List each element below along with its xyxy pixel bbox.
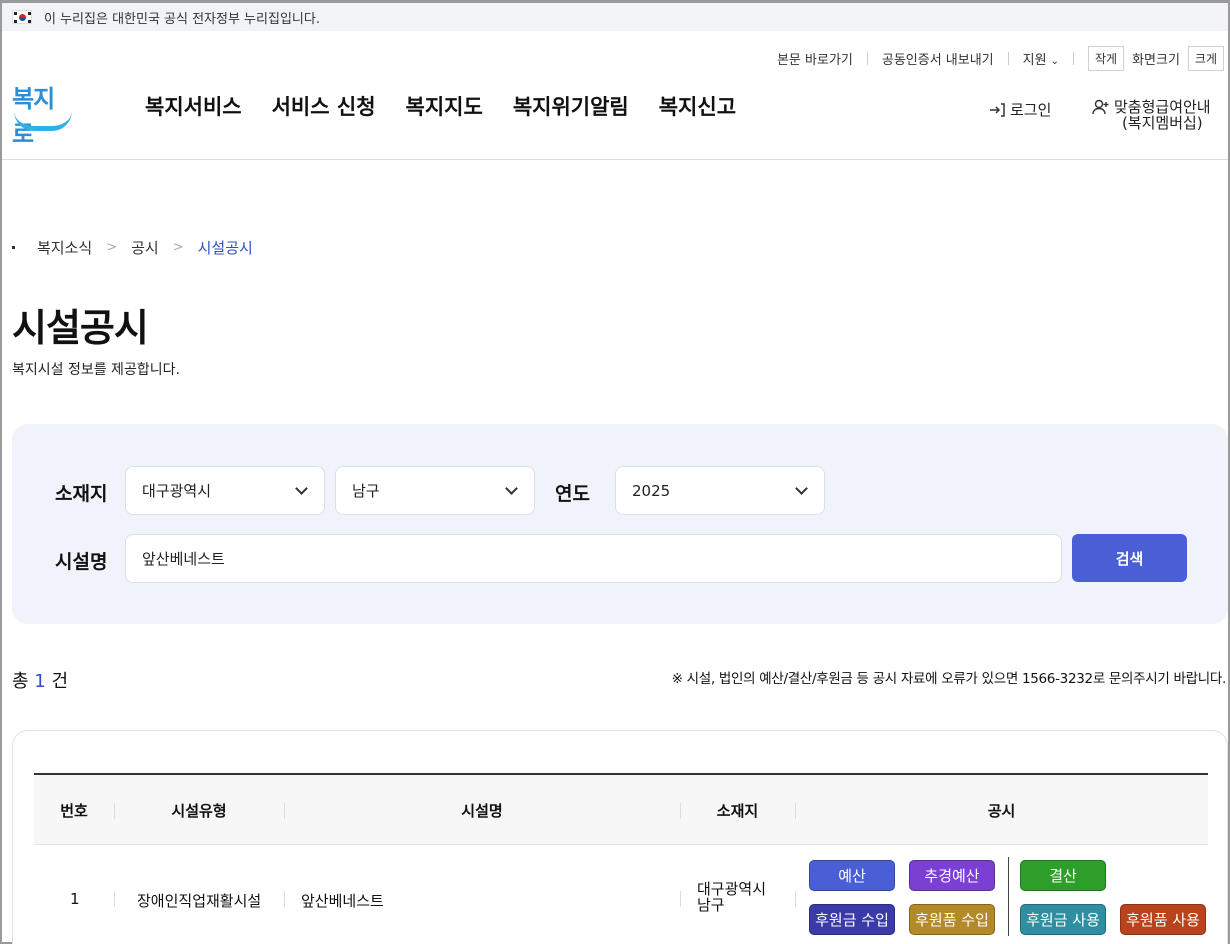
page-description: 복지시설 정보를 제공합니다. [12, 362, 180, 378]
row-location: 대구광역시 남구 [697, 881, 766, 913]
goods-income-button[interactable]: 후원품 수입 [909, 904, 995, 935]
nav-service-apply[interactable]: 서비스 신청 [272, 91, 376, 121]
support-label: 지원 [1022, 52, 1047, 68]
breadcrumb: 복지소식 > 공시 > 시설공시 [12, 237, 253, 258]
row-no: 1 [70, 890, 80, 908]
chevron-right-icon: > [172, 240, 184, 255]
screen-size-label: 화면크기 [1132, 52, 1180, 68]
donation-income-button[interactable]: 후원금 수입 [809, 904, 895, 935]
user-plus-icon [1092, 99, 1109, 115]
header-type: 시설유형 [171, 801, 227, 820]
table-header: 번호 시설유형 시설명 소재지 공시 [34, 775, 1208, 845]
gov-banner: 이 누리집은 대한민국 공식 전자정부 누리집입니다. [2, 3, 1228, 31]
sido-select[interactable]: 대구광역시 [125, 466, 325, 515]
row-location-line1: 대구광역시 [697, 880, 767, 898]
membership-line2: (복지멤버십) [1121, 114, 1203, 132]
login-icon [990, 102, 1005, 117]
chevron-down-icon: ⌄ [1050, 55, 1059, 67]
chevron-down-icon [505, 482, 518, 495]
year-label: 연도 [555, 483, 590, 505]
gov-banner-text: 이 누리집은 대한민국 공식 전자정부 누리집입니다. [44, 11, 320, 27]
search-panel: 소재지 대구광역시 남구 연도 2025 시설명 검색 [12, 424, 1228, 624]
breadcrumb-item-news[interactable]: 복지소식 [37, 237, 92, 258]
font-large-button[interactable]: 크게 [1187, 45, 1224, 71]
breadcrumb-item-disclosure[interactable]: 공시 [131, 237, 159, 258]
button-group-divider [1008, 857, 1009, 936]
result-count: 총 1 건 [12, 667, 68, 693]
header-location: 소재지 [716, 801, 759, 820]
login-label: 로그인 [1010, 101, 1052, 119]
row-type: 장애인직업재활시설 [137, 892, 262, 910]
page-title: 시설공시 [12, 306, 149, 350]
sigungu-select[interactable]: 남구 [335, 466, 535, 515]
skip-to-content-link[interactable]: 본문 바로가기 [777, 49, 853, 68]
result-count-prefix: 총 [12, 671, 29, 692]
chevron-down-icon [795, 482, 808, 495]
result-count-value: 1 [34, 671, 46, 692]
font-small-button[interactable]: 작게 [1087, 45, 1125, 71]
header-publication: 공시 [987, 801, 1016, 820]
divider [866, 51, 868, 65]
results-table: 번호 시설유형 시설명 소재지 공시 1 장애인직업재활시설 앞산베네스트 대구… [12, 730, 1228, 944]
header-divider [2, 159, 1228, 160]
goods-use-button[interactable]: 후원품 사용 [1120, 904, 1206, 935]
row-location-line2: 남구 [697, 896, 725, 914]
search-button[interactable]: 검색 [1072, 534, 1187, 582]
error-notice: ※ 시설, 법인의 예산/결산/후원금 등 공시 자료에 오류가 있으면 156… [671, 671, 1227, 687]
result-count-suffix: 건 [51, 671, 69, 692]
nav-crisis-alert[interactable]: 복지위기알림 [513, 91, 629, 121]
membership-link[interactable]: 맞춤형급여안내 (복지멤버십) [1092, 99, 1211, 131]
supplementary-budget-button[interactable]: 추경예산 [909, 860, 995, 891]
logo[interactable]: 복지로 [12, 79, 74, 148]
nav-welfare-map[interactable]: 복지지도 [406, 91, 483, 121]
cell-divider [795, 891, 796, 907]
breadcrumb-current: 시설공시 [197, 239, 253, 257]
sigungu-value: 남구 [352, 482, 380, 500]
location-label: 소재지 [55, 483, 108, 505]
membership-label: 맞춤형급여안내 (복지멤버십) [1114, 99, 1211, 131]
support-menu[interactable]: 지원 ⌄ [1023, 49, 1059, 68]
sido-value: 대구광역시 [142, 482, 212, 500]
row-facility-name[interactable]: 앞산베네스트 [301, 890, 384, 911]
korea-flag-icon [12, 10, 32, 24]
home-bullet-icon [12, 246, 15, 249]
utility-bar: 본문 바로가기 공동인증서 내보내기 지원 ⌄ 작게 화면크기 크게 [777, 45, 1224, 71]
nav-welfare-report[interactable]: 복지신고 [659, 91, 736, 121]
cell-divider [114, 891, 115, 907]
logo-smile-icon [14, 111, 72, 131]
cell-divider [284, 891, 285, 907]
header-no: 번호 [60, 801, 88, 820]
cert-export-link[interactable]: 공동인증서 내보내기 [882, 49, 994, 68]
main-nav: 복지서비스 서비스 신청 복지지도 복지위기알림 복지신고 [145, 91, 736, 121]
budget-button[interactable]: 예산 [809, 860, 895, 891]
divider [1072, 51, 1074, 65]
chevron-down-icon [295, 482, 308, 495]
divider [1007, 51, 1009, 65]
chevron-right-icon: > [106, 240, 118, 255]
facility-name-label: 시설명 [55, 551, 108, 573]
login-link[interactable]: 로그인 [989, 99, 1051, 120]
facility-name-input[interactable] [125, 534, 1062, 583]
header-name: 시설명 [461, 801, 503, 820]
year-select[interactable]: 2025 [615, 466, 825, 515]
cell-divider [680, 891, 681, 907]
settlement-button[interactable]: 결산 [1020, 860, 1106, 891]
year-value: 2025 [632, 481, 671, 500]
nav-welfare-service[interactable]: 복지서비스 [145, 91, 242, 121]
donation-use-button[interactable]: 후원금 사용 [1020, 904, 1106, 935]
